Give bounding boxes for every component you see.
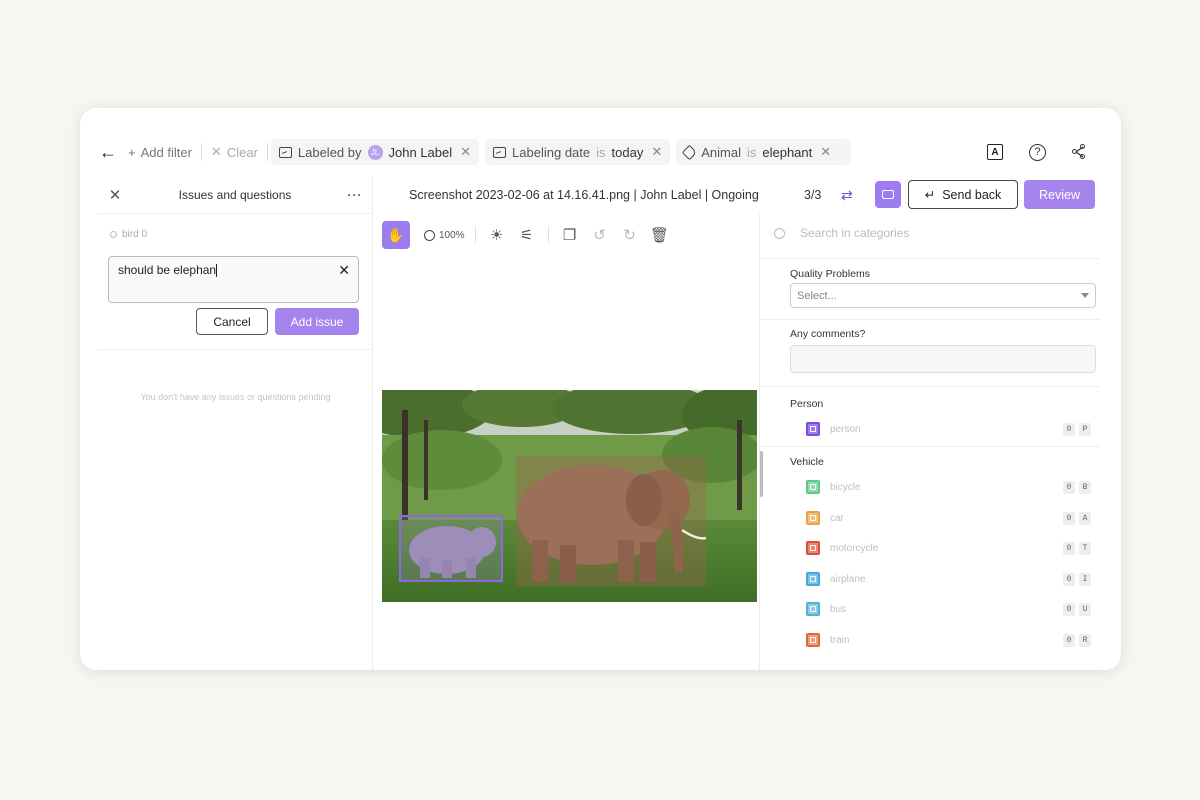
annotation-mode-icon[interactable]: A [987,144,1003,160]
divider [474,227,476,243]
shortcut-keys: 0 U [1063,603,1091,616]
labeling-header: Screenshot 2023-02-06 at 14.16.41.png | … [373,176,1121,214]
remove-filter-icon[interactable]: ✕ [460,144,471,160]
divider [760,319,1100,320]
divider [760,258,1100,259]
category-person[interactable]: person [806,422,861,436]
zoom-icon [424,229,435,241]
cancel-button[interactable]: Cancel [196,308,268,335]
more-options-icon[interactable]: ··· [338,188,372,202]
shortcut-keys: 0 A [1063,512,1091,525]
text-caret [216,264,218,278]
quality-problems-label: Quality Problems [790,268,870,280]
issues-panel: ✕ Issues and questions ··· bird 0 should… [98,176,373,670]
category-motorcycle[interactable]: motorcycle [806,541,878,555]
hand-tool-icon[interactable]: ✋ [382,221,410,249]
issues-panel-title: Issues and questions [178,187,292,202]
issue-input[interactable]: should be elephan ✕ [108,256,359,303]
shortcut-keys: 0 R [1063,634,1091,647]
image-icon [493,146,507,158]
share-icon[interactable] [1072,144,1088,160]
review-button[interactable]: Review [1024,180,1095,209]
remove-filter-icon[interactable]: ✕ [820,144,831,160]
add-issue-button[interactable]: Add issue [275,308,359,335]
category-search[interactable]: Search in categories [774,226,909,240]
chevron-down-icon [1081,293,1089,298]
close-panel-icon[interactable]: ✕ [98,186,132,204]
category-train[interactable]: train [806,633,849,647]
comments-input[interactable] [790,345,1096,373]
close-icon: ✕ [210,144,222,159]
category-color-icon [806,602,820,616]
shortcut-keys: 0 B [1063,481,1091,494]
filter-chip-labeled-by[interactable]: Labeled by JL John Label ✕ [270,139,480,165]
category-airplane[interactable]: airplane [806,572,866,586]
copy-icon[interactable]: ❐ [555,226,585,244]
brightness-icon[interactable]: ☀ [482,226,512,244]
comments-label: Any comments? [790,328,866,340]
add-filter-button[interactable]: + Add filter [122,139,198,165]
comment-icon[interactable] [875,181,901,208]
divider [98,349,373,350]
filter-chip-animal[interactable]: Animal is elephant ✕ [676,139,852,165]
category-color-icon [806,422,820,436]
image-icon [278,146,292,158]
filter-chip-labeling-date[interactable]: Labeling date is today ✕ [485,139,671,165]
category-color-icon [806,572,820,586]
image-canvas[interactable] [382,390,757,602]
category-color-icon [806,541,820,555]
tag-icon [681,144,698,160]
object-dot-icon [110,231,117,238]
top-right-actions: A ? [987,137,1094,167]
group-person-label: Person [790,398,824,410]
search-icon [774,227,785,239]
delete-icon[interactable]: 🗑 [645,226,675,244]
category-color-icon [806,633,820,647]
plus-icon: + [128,144,136,160]
canvas-toolbar: ✋ 100% ☀ ⚟ ❐ ↺ ↻ 🗑 [382,220,758,250]
category-color-icon [806,480,820,494]
clear-input-icon[interactable]: ✕ [338,262,350,279]
divider [760,386,1100,387]
elephant-photo [382,390,757,602]
redo-icon[interactable]: ↻ [615,226,645,244]
app-window: ← + Add filter ✕ Clear Labeled by JL Joh… [80,108,1121,670]
shortcut-keys: 0 T [1063,542,1091,555]
filter-bar: ← + Add filter ✕ Clear Labeled by JL Joh… [94,137,1094,167]
divider [200,143,202,161]
send-back-button[interactable]: ↵ Send back [908,180,1018,209]
adjust-sliders-icon[interactable]: ⚟ [512,226,542,244]
file-info: Screenshot 2023-02-06 at 14.16.41.png | … [409,188,759,202]
category-color-icon [806,511,820,525]
swap-arrows-icon[interactable]: ⇄ [841,187,853,204]
divider [547,227,549,243]
item-counter: 3/3 [804,188,822,202]
shortcut-keys: 0 P [1063,423,1091,436]
quality-problems-select[interactable]: Select... [790,283,1096,308]
divider [266,143,268,161]
help-icon[interactable]: ? [1029,143,1046,161]
issue-object-label: bird 0 [110,229,147,240]
back-arrow-icon[interactable]: ← [94,142,122,163]
divider [760,446,1100,447]
undo-icon[interactable]: ↺ [585,226,615,244]
remove-filter-icon[interactable]: ✕ [651,144,662,160]
category-car[interactable]: car [806,511,844,525]
category-bicycle[interactable]: bicycle [806,480,861,494]
empty-state-text: You don't have any issues or questions p… [140,392,331,402]
avatar: JL [367,144,383,160]
shortcut-keys: 0 I [1063,573,1091,586]
categories-panel: Search in categories Quality Problems Se… [760,214,1121,670]
return-arrow-icon: ↵ [924,188,936,202]
category-bus[interactable]: bus [806,602,846,616]
clear-filters-button[interactable]: ✕ Clear [205,139,264,165]
group-vehicle-label: Vehicle [790,456,824,468]
zoom-control[interactable]: 100% [420,229,469,241]
issues-panel-header: ✕ Issues and questions ··· [98,176,372,214]
